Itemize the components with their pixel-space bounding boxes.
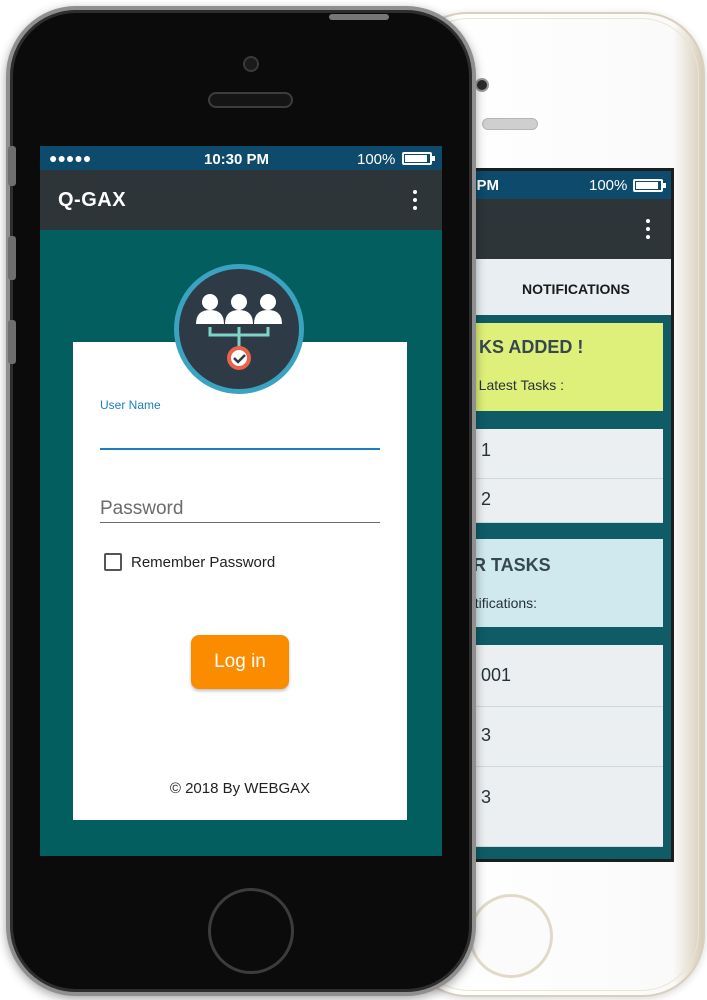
front-speaker xyxy=(208,92,293,108)
list-item-text: 3 xyxy=(481,725,492,745)
mute-switch xyxy=(8,146,16,186)
tasks-card[interactable]: R TASKS otifications: xyxy=(467,539,663,627)
list-item[interactable]: 2 xyxy=(467,479,663,523)
list-item-text: 001 xyxy=(481,665,512,685)
login-button[interactable]: Log in xyxy=(191,635,289,689)
back-camera xyxy=(475,78,489,92)
signal-icon: ●●●●● xyxy=(49,150,92,166)
app-bar: Q-GAX xyxy=(40,170,442,230)
tasks-card-subtitle: otifications: xyxy=(467,595,538,611)
back-tab-bar: NOTIFICATIONS xyxy=(459,259,671,315)
back-speaker xyxy=(482,118,538,130)
tasks-added-card[interactable]: KS ADDED ! e Latest Tasks : xyxy=(467,323,663,411)
copyright-text: © 2018 By WEBGAX xyxy=(169,780,311,797)
list-item-text: 2 xyxy=(481,489,492,509)
status-battery-text: 100% xyxy=(357,151,396,168)
username-label: User Name xyxy=(100,398,161,412)
list-item-text: 3 xyxy=(481,787,492,807)
remember-password-label[interactable]: Remember Password xyxy=(131,554,275,571)
list-item[interactable]: 3 xyxy=(467,767,663,847)
battery-icon xyxy=(633,179,666,192)
status-bar: ●●●●● 10:30 PM 100% xyxy=(40,146,442,170)
front-phone-screen: ●●●●● 10:30 PM 100% Q-GAX User Name Pass… xyxy=(40,146,442,856)
battery-icon xyxy=(402,152,435,165)
username-underline xyxy=(100,448,380,450)
home-button[interactable] xyxy=(208,888,294,974)
list-item[interactable]: 1 xyxy=(467,429,663,479)
overflow-menu-icon[interactable] xyxy=(412,190,418,210)
status-time: 10:30 PM xyxy=(204,151,270,168)
tasks-added-title: KS ADDED ! xyxy=(479,337,584,357)
app-title: Q-GAX xyxy=(58,189,127,211)
back-home-button[interactable] xyxy=(469,894,553,978)
back-app-bar xyxy=(459,199,671,259)
list-item[interactable]: 3 xyxy=(467,707,663,767)
username-input[interactable] xyxy=(100,418,380,448)
team-logo-icon xyxy=(174,264,304,394)
list-item-text: 1 xyxy=(481,440,492,460)
back-status-battery-text: 100% xyxy=(589,177,628,194)
front-camera xyxy=(243,56,259,72)
volume-down-button xyxy=(8,320,16,364)
tab-notifications[interactable]: NOTIFICATIONS xyxy=(522,281,630,297)
remember-password-checkbox[interactable] xyxy=(104,553,122,571)
power-button xyxy=(329,14,389,20)
back-phone-screen: 0 PM 100% NOTIFICATIONS KS ADDED ! e Lat… xyxy=(456,168,674,862)
overflow-menu-icon[interactable] xyxy=(645,219,651,239)
password-underline xyxy=(100,522,380,523)
password-input[interactable]: Password xyxy=(100,498,183,520)
login-card: User Name Password Remember Password Log… xyxy=(73,342,407,820)
list-item[interactable]: 001 xyxy=(467,645,663,707)
volume-up-button xyxy=(8,236,16,280)
tasks-added-subtitle: e Latest Tasks : xyxy=(467,377,565,393)
tasks-card-title: R TASKS xyxy=(473,555,551,575)
back-status-bar: 0 PM 100% xyxy=(459,171,671,199)
